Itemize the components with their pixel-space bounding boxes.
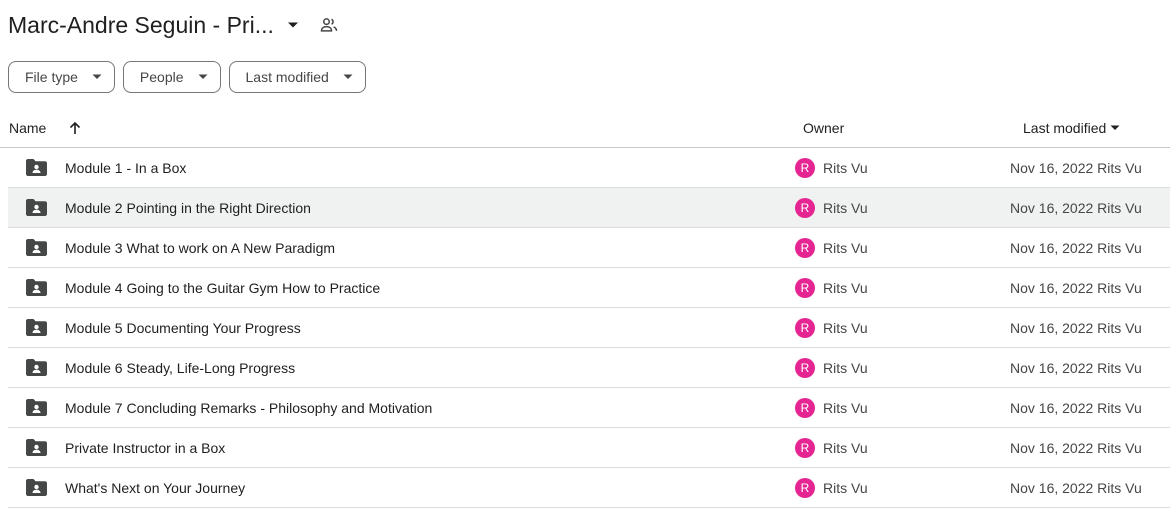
folder-title[interactable]: Marc-Andre Seguin - Pri... <box>8 12 274 39</box>
avatar: R <box>795 437 815 458</box>
table-body: Module 1 - In a Box R Rits Vu Nov 16, 20… <box>0 148 1170 508</box>
caret-down-icon <box>1110 125 1120 131</box>
last-modified-value: Nov 16, 2022 Rits Vu <box>1010 439 1142 456</box>
last-modified-value: Nov 16, 2022 Rits Vu <box>1010 359 1142 376</box>
shared-folder-icon <box>26 238 48 258</box>
filter-label: People <box>139 69 184 85</box>
file-name: Module 4 Going to the Guitar Gym How to … <box>65 279 381 296</box>
last-modified-column-header[interactable]: Last modified <box>1010 120 1120 136</box>
filter-label: Last modified <box>245 69 329 85</box>
avatar: R <box>795 397 815 418</box>
filter-bar: File type People Last modified <box>8 61 366 93</box>
owner-name: Rits Vu <box>823 199 868 216</box>
file-name: Module 6 Steady, Life-Long Progress <box>65 359 296 376</box>
file-name: Module 5 Documenting Your Progress <box>65 319 301 336</box>
column-label: Last modified <box>1023 119 1107 136</box>
owner-cell: R Rits Vu <box>795 277 1010 298</box>
folder-header: Marc-Andre Seguin - Pri... <box>8 8 342 42</box>
owner-name: Rits Vu <box>823 279 868 296</box>
shared-folder-icon <box>26 278 48 298</box>
caret-down-icon <box>92 74 102 80</box>
last-modified-value: Nov 16, 2022 Rits Vu <box>1010 479 1142 496</box>
arrow-up-icon[interactable] <box>68 121 82 135</box>
owner-cell: R Rits Vu <box>795 357 1010 378</box>
shared-folder-icon <box>26 438 48 458</box>
file-name: Module 3 What to work on A New Paradigm <box>65 239 336 256</box>
owner-name: Rits Vu <box>823 319 868 336</box>
owner-name: Rits Vu <box>823 359 868 376</box>
last-modified-filter-button[interactable]: Last modified <box>228 61 366 93</box>
filter-label: File type <box>25 69 78 85</box>
table-header: Name Owner Last modified <box>0 108 1170 148</box>
last-modified-value: Nov 16, 2022 Rits Vu <box>1010 199 1142 216</box>
owner-name: Rits Vu <box>823 439 868 456</box>
file-name: Module 1 - In a Box <box>65 159 187 176</box>
last-modified-value: Nov 16, 2022 Rits Vu <box>1010 239 1142 256</box>
name-column-header[interactable]: Name <box>0 120 795 136</box>
table-row[interactable]: Private Instructor in a Box R Rits Vu No… <box>8 428 1170 468</box>
shared-folder-icon <box>26 398 48 418</box>
owner-cell: R Rits Vu <box>795 197 1010 218</box>
name-cell: Module 4 Going to the Guitar Gym How to … <box>8 278 795 298</box>
table-row[interactable]: Module 3 What to work on A New Paradigm … <box>8 228 1170 268</box>
name-cell: Module 6 Steady, Life-Long Progress <box>8 358 795 378</box>
owner-name: Rits Vu <box>823 159 868 176</box>
column-label: Name <box>9 119 47 136</box>
file-type-filter-button[interactable]: File type <box>8 61 115 93</box>
owner-column-header[interactable]: Owner <box>795 120 1010 136</box>
file-name: Module 2 Pointing in the Right Direction <box>65 199 311 216</box>
table-row[interactable]: Module 4 Going to the Guitar Gym How to … <box>8 268 1170 308</box>
shared-folder-icon <box>26 198 48 218</box>
name-cell: Module 2 Pointing in the Right Direction <box>8 198 795 218</box>
owner-name: Rits Vu <box>823 399 868 416</box>
owner-cell: R Rits Vu <box>795 317 1010 338</box>
table-row[interactable]: Module 7 Concluding Remarks - Philosophy… <box>8 388 1170 428</box>
name-cell: Module 7 Concluding Remarks - Philosophy… <box>8 398 795 418</box>
owner-name: Rits Vu <box>823 239 868 256</box>
shared-folder-icon <box>26 478 48 498</box>
owner-name: Rits Vu <box>823 479 868 496</box>
file-name: What's Next on Your Journey <box>65 479 246 496</box>
owner-cell: R Rits Vu <box>795 397 1010 418</box>
last-modified-value: Nov 16, 2022 Rits Vu <box>1010 279 1142 296</box>
name-cell: What's Next on Your Journey <box>8 478 795 498</box>
caret-down-icon <box>198 74 208 80</box>
owner-cell: R Rits Vu <box>795 477 1010 498</box>
caret-down-icon[interactable] <box>280 12 306 38</box>
last-modified-value: Nov 16, 2022 Rits Vu <box>1010 159 1142 176</box>
table-row[interactable]: Module 5 Documenting Your Progress R Rit… <box>8 308 1170 348</box>
file-list: Name Owner Last modified Module 1 - In a… <box>0 108 1170 508</box>
owner-cell: R Rits Vu <box>795 437 1010 458</box>
avatar: R <box>795 317 815 338</box>
file-name: Module 7 Concluding Remarks - Philosophy… <box>65 399 433 416</box>
avatar: R <box>795 157 815 178</box>
name-cell: Module 5 Documenting Your Progress <box>8 318 795 338</box>
name-cell: Private Instructor in a Box <box>8 438 795 458</box>
table-row[interactable]: Module 6 Steady, Life-Long Progress R Ri… <box>8 348 1170 388</box>
table-row[interactable]: Module 2 Pointing in the Right Direction… <box>8 188 1170 228</box>
table-row[interactable]: What's Next on Your Journey R Rits Vu No… <box>8 468 1170 508</box>
table-row[interactable]: Module 1 - In a Box R Rits Vu Nov 16, 20… <box>8 148 1170 188</box>
last-modified-value: Nov 16, 2022 Rits Vu <box>1010 319 1142 336</box>
file-name: Private Instructor in a Box <box>65 439 226 456</box>
avatar: R <box>795 477 815 498</box>
avatar: R <box>795 197 815 218</box>
shared-folder-icon <box>26 358 48 378</box>
name-cell: Module 1 - In a Box <box>8 158 795 178</box>
people-icon[interactable] <box>316 12 342 38</box>
owner-cell: R Rits Vu <box>795 157 1010 178</box>
owner-cell: R Rits Vu <box>795 237 1010 258</box>
shared-folder-icon <box>26 158 48 178</box>
avatar: R <box>795 277 815 298</box>
shared-folder-icon <box>26 318 48 338</box>
name-cell: Module 3 What to work on A New Paradigm <box>8 238 795 258</box>
caret-down-icon <box>343 74 353 80</box>
avatar: R <box>795 357 815 378</box>
last-modified-value: Nov 16, 2022 Rits Vu <box>1010 399 1142 416</box>
avatar: R <box>795 237 815 258</box>
people-filter-button[interactable]: People <box>122 61 221 93</box>
